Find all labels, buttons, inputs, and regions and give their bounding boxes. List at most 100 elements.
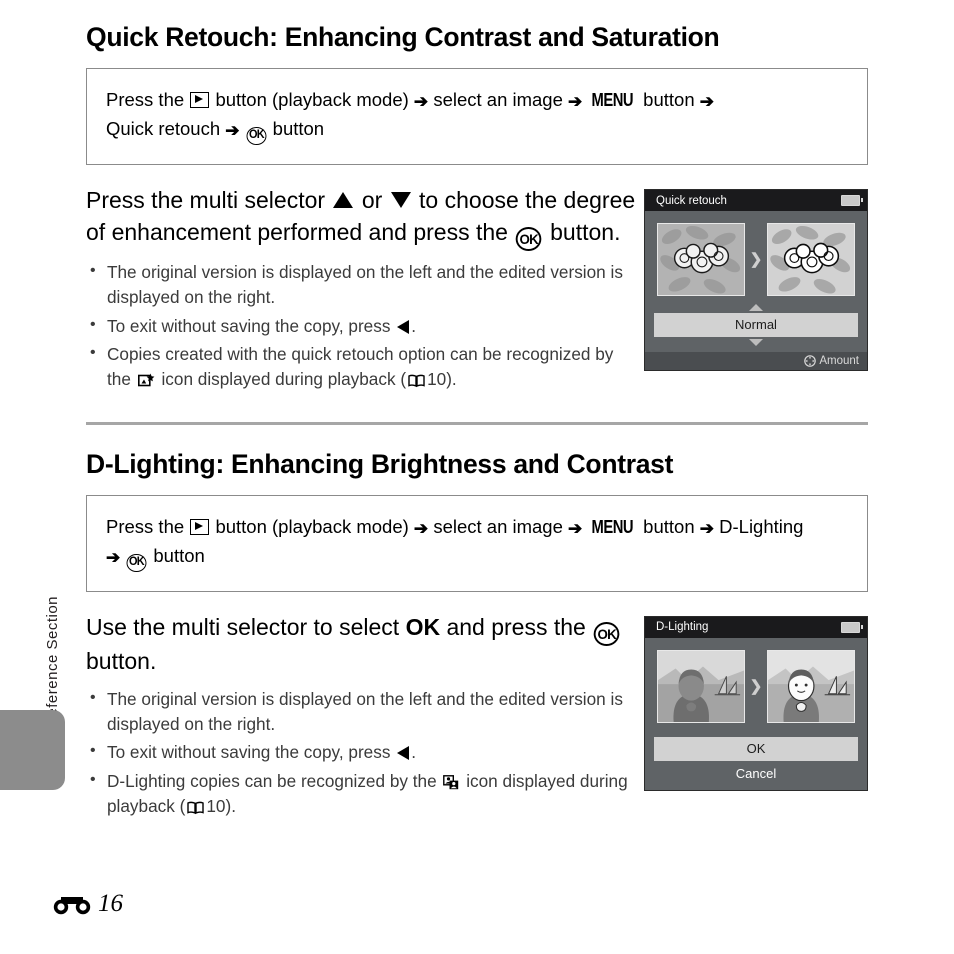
triangle-left-icon [397,746,410,761]
camera-screen-d-lighting: D-Lighting ❯ OK Cancel [644,615,868,791]
chevron-right-icon: ❯ [749,677,763,695]
section-divider [86,421,868,425]
page-title-d-lighting: D-Lighting: Enhancing Brightness and Con… [86,448,674,479]
screen-footer: Amount [645,352,867,371]
multi-selector-icon [804,355,817,368]
thumbnail-comparison: ❯ [645,211,867,304]
command-text: button [643,516,695,538]
ok-button[interactable]: OK [654,736,858,761]
command-path-box-d-lighting: Press the button (playback mode) ➔ selec… [86,495,868,592]
arrow-right-icon: ➔ [106,547,121,567]
command-text: select an image [433,516,563,538]
battery-icon [841,195,863,207]
list-item: To exit without saving the copy, press . [86,313,642,339]
triangle-down-icon[interactable] [749,339,763,347]
list-item: Copies created with the quick retouch op… [86,341,642,393]
command-text: button (playback mode) [215,89,409,111]
quick-retouch-icon [137,373,155,387]
dlighting-portrait-thumbnail [767,649,856,723]
bullet-text: To exit without saving the copy, press [107,315,391,336]
triangle-up-icon[interactable] [749,304,763,312]
instruction-text: Use the multi selector to select [86,613,400,640]
bullet-text: icon displayed during playback ( [161,369,407,390]
selected-amount-value[interactable]: Normal [654,313,858,338]
text-column: Press the multi selector or to choose th… [86,185,642,395]
list-item: The original version is displayed on the… [86,686,642,738]
screen-title-bar: D-Lighting [645,616,867,638]
command-text: select an image [433,89,563,111]
instruction-paragraph: Use the multi selector to select OK and … [86,612,642,678]
book-reference-icon [408,374,425,388]
command-path-box-quick-retouch: Press the button (playback mode) ➔ selec… [86,68,868,166]
arrow-right-icon: ➔ [568,519,583,539]
instruction-emphasis: OK [405,613,441,640]
command-path-line-2: Quick retouch ➔ OK button [106,115,848,146]
ok-button-icon: OK [593,621,620,647]
menu-button-icon: MENU [591,517,634,538]
command-text: D-Lighting [719,516,804,538]
command-text: button [153,544,205,566]
bullet-text: ). [225,795,236,816]
ok-button-icon: OK [126,553,147,572]
command-path-line-2: ➔ OK button [106,542,848,572]
footer-label: Amount [819,355,859,368]
page-reference: 10 [427,369,447,390]
bullet-text: D-Lighting copies can be recognized by t… [107,770,437,791]
list-item: D-Lighting copies can be recognized by t… [86,768,642,820]
screen-title: Quick retouch [656,194,727,207]
page-footer: 16 [52,890,123,918]
ok-button-icon: OK [516,226,543,252]
list-item: To exit without saving the copy, press . [86,739,642,765]
command-path-line-1: Press the button (playback mode) ➔ selec… [106,513,848,542]
bullet-list-d-lighting: The original version is displayed on the… [86,686,642,820]
section-body-d-lighting: Use the multi selector to select OK and … [86,612,868,822]
arrow-right-icon: ➔ [699,519,714,539]
command-text: button (playback mode) [215,516,409,538]
instruction-text: button. [550,218,621,245]
instruction-text: Press the multi selector [86,187,326,214]
amount-selector[interactable]: Normal [645,304,867,347]
playback-button-icon [190,92,210,109]
retouched-flower-thumbnail [767,223,856,297]
thumbnail-comparison: ❯ [645,638,867,731]
section-body-quick-retouch: Press the multi selector or to choose th… [86,185,868,395]
chevron-right-icon: ❯ [749,251,763,269]
instruction-text: or [361,187,383,214]
page-content: Quick Retouch: Enhancing Contrast and Sa… [86,22,868,822]
arrow-right-icon: ➔ [413,92,429,112]
d-lighting-icon [443,774,459,789]
arrow-right-icon: ➔ [413,519,429,539]
reference-section-tab-marker [0,710,65,790]
command-text: Quick retouch [106,118,221,140]
reference-section-side-label: Reference Section [44,596,61,728]
bullet-text: ). [446,369,457,390]
bullet-text: To exit without saving the copy, press [107,742,391,763]
playback-button-icon [190,519,210,536]
triangle-up-icon [333,192,354,209]
command-text: button [272,118,325,140]
command-text: Press the [106,89,185,111]
screenshot-column: D-Lighting ❯ OK Cancel [642,612,868,822]
bullet-list-quick-retouch: The original version is displayed on the… [86,259,642,393]
arrow-right-icon: ➔ [225,121,240,141]
page-title-quick-retouch: Quick Retouch: Enhancing Contrast and Sa… [86,22,720,52]
cancel-button[interactable]: Cancel [645,761,867,790]
command-text: Press the [106,516,185,538]
instruction-text: button. [86,648,157,675]
original-portrait-thumbnail [656,649,745,723]
instruction-paragraph: Press the multi selector or to choose th… [86,185,642,252]
ok-button-icon: OK [246,127,266,146]
page-reference: 10 [206,795,226,816]
triangle-down-icon [390,192,411,209]
triangle-left-icon [397,319,410,334]
page-number: 16 [98,890,123,917]
bullet-text: . [411,315,416,336]
camera-screen-quick-retouch: Quick retouch ❯ Normal Amount [644,189,868,372]
text-column: Use the multi selector to select OK and … [86,612,642,822]
screenshot-column: Quick retouch ❯ Normal Amount [642,185,868,395]
screen-title: D-Lighting [656,621,709,634]
bullet-text: . [411,742,416,763]
reference-section-binocular-icon [53,897,91,915]
battery-icon [841,621,863,633]
command-text: button [643,89,695,111]
